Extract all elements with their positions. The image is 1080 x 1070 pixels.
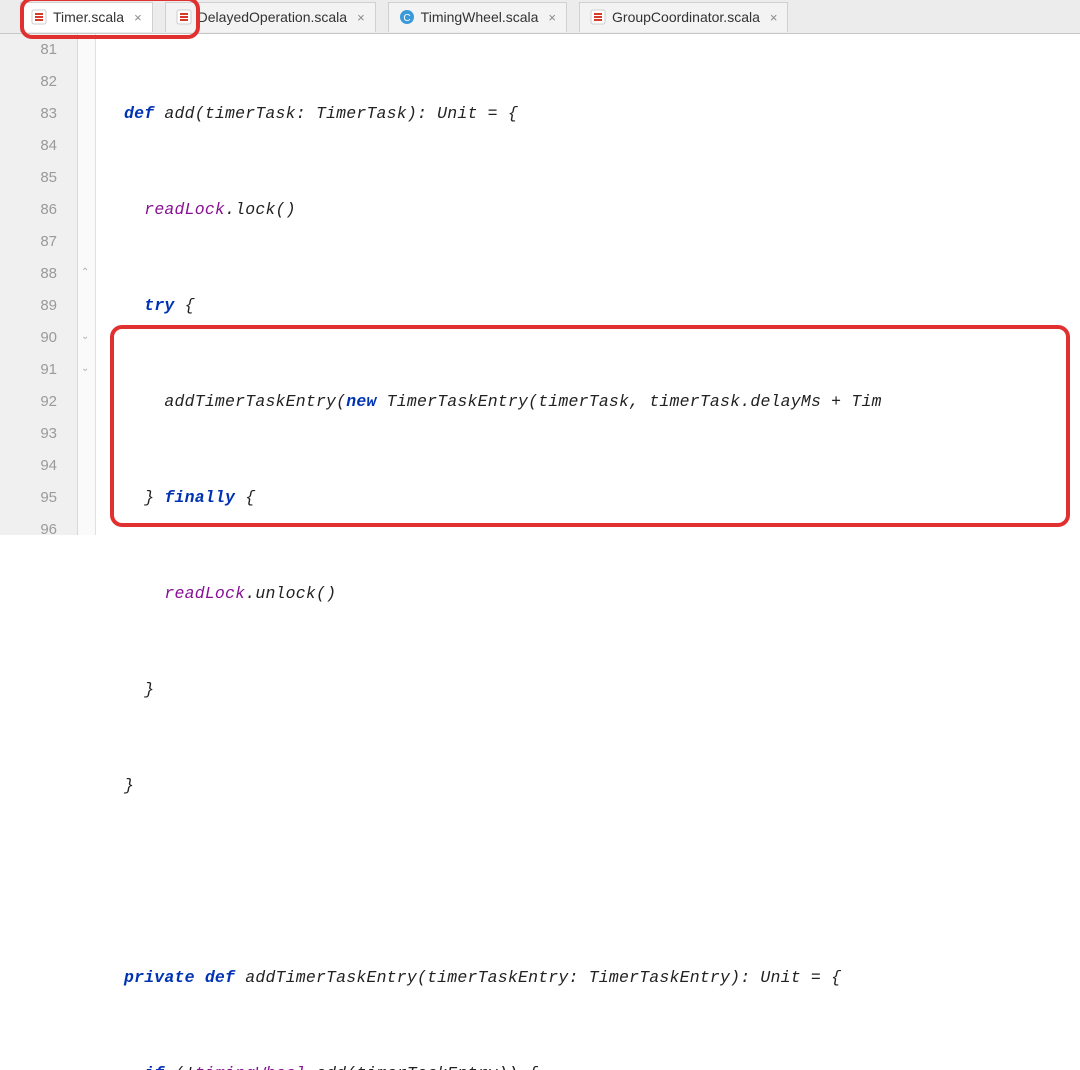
line-number: 88 [0,258,57,290]
code-line: } [124,674,1080,706]
tab-delayed-operation[interactable]: DelayedOperation.scala × [165,2,376,32]
line-number: 81 [0,34,57,66]
fold-marker-icon[interactable]: ⌃ [81,258,89,290]
code-line: readLock.unlock() [124,578,1080,610]
code-line: } [124,770,1080,802]
line-number: 89 [0,290,57,322]
class-file-icon: C [399,9,415,25]
line-number: 90 [0,322,57,354]
tab-group-coordinator[interactable]: GroupCoordinator.scala × [579,2,788,32]
close-icon[interactable]: × [770,10,778,25]
code-line: readLock.lock() [124,194,1080,226]
line-number: 96 [0,514,57,546]
line-number: 85 [0,162,57,194]
line-number: 94 [0,450,57,482]
code-line [124,866,1080,898]
line-number: 83 [0,98,57,130]
line-number: 92 [0,386,57,418]
editor-tabbar: Timer.scala × DelayedOperation.scala × C… [0,0,1080,34]
fold-marker-icon[interactable]: ⌄ [81,354,89,386]
line-number: 93 [0,418,57,450]
line-number: 95 [0,482,57,514]
tab-label: TimingWheel.scala [421,9,539,25]
line-number-gutter: 81 82 83 84 85 86 87 88 89 90 91 92 93 9… [0,34,78,535]
code-line: addTimerTaskEntry(new TimerTaskEntry(tim… [124,386,1080,418]
line-number: 86 [0,194,57,226]
line-number: 82 [0,66,57,98]
tab-timing-wheel[interactable]: C TimingWheel.scala × [388,2,567,32]
scala-file-icon [176,9,192,25]
line-number: 91 [0,354,57,386]
fold-column: ⌃ ⌄ ⌄ [78,34,96,535]
tab-timer[interactable]: Timer.scala × [20,2,153,32]
code-line: def add(timerTask: TimerTask): Unit = { [124,98,1080,130]
code-line: if (!timingWheel.add(timerTaskEntry)) { [124,1058,1080,1070]
tab-label: DelayedOperation.scala [198,9,347,25]
fold-marker-icon[interactable]: ⌄ [81,322,89,354]
close-icon[interactable]: × [548,10,556,25]
scala-file-icon [31,9,47,25]
svg-text:C: C [403,13,410,24]
close-icon[interactable]: × [134,10,142,25]
tab-label: GroupCoordinator.scala [612,9,760,25]
scala-file-icon [590,9,606,25]
code-editor[interactable]: def add(timerTask: TimerTask): Unit = { … [96,34,1080,535]
code-line: private def addTimerTaskEntry(timerTaskE… [124,962,1080,994]
code-line: } finally { [124,482,1080,514]
line-number: 87 [0,226,57,258]
code-line: try { [124,290,1080,322]
tab-label: Timer.scala [53,9,124,25]
close-icon[interactable]: × [357,10,365,25]
line-number: 84 [0,130,57,162]
editor-area: 81 82 83 84 85 86 87 88 89 90 91 92 93 9… [0,34,1080,535]
